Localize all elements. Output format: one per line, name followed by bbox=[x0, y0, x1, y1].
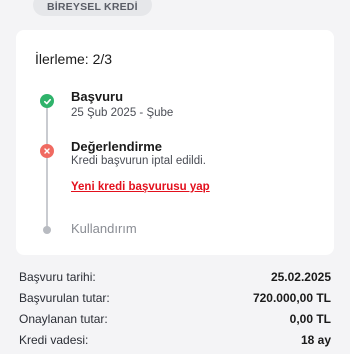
step-subtitle-evaluation: Kredi başvurun iptal edildi. bbox=[71, 155, 206, 167]
detail-label: Kredi vadesi: bbox=[19, 333, 89, 347]
progress-card: İlerleme: 2/3 Başvuru 25 Şub 2025 - Şube… bbox=[16, 30, 334, 255]
timeline-line bbox=[46, 101, 48, 230]
step-subtitle-application: 25 Şub 2025 - Şube bbox=[71, 107, 174, 119]
detail-value: 25.02.2025 bbox=[270, 270, 331, 284]
detail-row-loan-term: Kredi vadesi: 18 ay bbox=[19, 333, 331, 354]
new-credit-application-link[interactable]: Yeni kredi başvurusu yap bbox=[71, 181, 210, 193]
application-details: Başvuru tarihi: 25.02.2025 Başvurulan tu… bbox=[19, 270, 331, 354]
detail-row-approved-amount: Onaylanan tutar: 0,00 TL bbox=[19, 312, 331, 333]
detail-value: 0,00 TL bbox=[289, 312, 331, 326]
detail-label: Başvuru tarihi: bbox=[19, 270, 96, 284]
step-title-evaluation: Değerlendirme bbox=[71, 139, 163, 154]
detail-row-application-date: Başvuru tarihi: 25.02.2025 bbox=[19, 270, 331, 291]
progress-title: İlerleme: 2/3 bbox=[35, 51, 113, 67]
step-title-application: Başvuru bbox=[71, 89, 124, 104]
detail-label: Başvurulan tutar: bbox=[19, 291, 110, 305]
check-icon bbox=[40, 94, 54, 108]
step-title-disbursement: Kullandırım bbox=[71, 221, 137, 236]
detail-value: 720.000,00 TL bbox=[252, 291, 331, 305]
detail-value: 18 ay bbox=[300, 333, 331, 347]
detail-label: Onaylanan tutar: bbox=[19, 312, 108, 326]
product-type-badge: BİREYSEL KREDİ bbox=[33, 0, 152, 16]
close-icon bbox=[40, 144, 54, 158]
detail-row-requested-amount: Başvurulan tutar: 720.000,00 TL bbox=[19, 291, 331, 312]
dot-icon bbox=[43, 226, 51, 234]
